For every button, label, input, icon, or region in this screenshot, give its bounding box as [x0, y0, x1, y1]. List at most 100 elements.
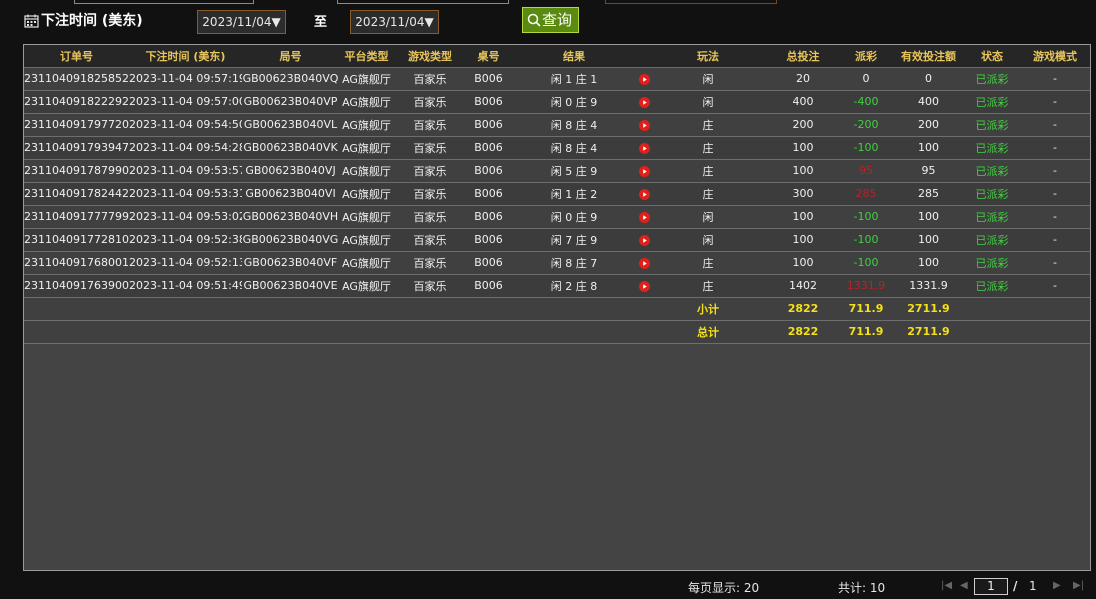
video-replay-icon[interactable] — [638, 142, 650, 154]
video-replay-cell[interactable] — [637, 136, 651, 160]
video-replay-icon[interactable] — [638, 211, 650, 223]
cell-round: GB00623B040VJ — [242, 159, 339, 183]
table-row[interactable]: 231104091787990 2023-11-04 09:53:57 GB0062… — [24, 159, 1090, 183]
video-replay-icon[interactable] — [638, 96, 650, 108]
cell-result: 闲 1 庄 1 — [511, 67, 637, 91]
cell-play: 庄 — [651, 159, 765, 183]
cell-payout: -400 — [841, 90, 891, 114]
page-separator: / — [1013, 579, 1018, 593]
cell-status: 已派彩 — [966, 90, 1018, 114]
cell-time: 2023-11-04 09:53:57 — [129, 159, 242, 183]
cell-platform: AG旗舰厅 — [339, 251, 394, 275]
cell-time: 2023-11-04 09:57:00 — [129, 90, 242, 114]
cell-payout: -100 — [841, 228, 891, 252]
table-row[interactable]: 231104091772810 2023-11-04 09:52:38 GB0062… — [24, 228, 1090, 252]
cell-play: 庄 — [651, 113, 765, 137]
top-input-stub-1[interactable] — [74, 0, 254, 4]
column-header: 状态 — [966, 45, 1018, 68]
cell-mode: - — [1018, 205, 1090, 229]
query-button[interactable]: 查询 — [522, 7, 579, 33]
table-row[interactable]: 231104091763900 2023-11-04 09:51:49 GB0062… — [24, 274, 1090, 298]
cell-result: 闲 0 庄 9 — [511, 90, 637, 114]
video-replay-cell[interactable] — [637, 205, 651, 229]
cell-valid: 100 — [891, 251, 966, 275]
empty-cell — [129, 297, 242, 321]
empty-cell — [339, 320, 394, 344]
cell-game: 百家乐 — [394, 228, 466, 252]
cell-mode: - — [1018, 90, 1090, 114]
cell-result: 闲 8 庄 4 — [511, 136, 637, 160]
cell-valid: 100 — [891, 136, 966, 160]
video-replay-cell[interactable] — [637, 113, 651, 137]
cell-play: 庄 — [651, 274, 765, 298]
table-row[interactable]: 231104091777799 2023-11-04 09:53:02 GB0062… — [24, 205, 1090, 229]
cell-valid: 400 — [891, 90, 966, 114]
cell-status: 已派彩 — [966, 251, 1018, 275]
last-page-icon[interactable]: ▶| — [1073, 580, 1084, 591]
video-replay-cell[interactable] — [637, 182, 651, 206]
table-row[interactable]: 231104091768001 2023-11-04 09:52:13 GB0062… — [24, 251, 1090, 275]
first-page-icon[interactable]: |◀ — [941, 580, 952, 591]
column-header: 订单号 — [24, 45, 129, 68]
video-replay-cell[interactable] — [637, 159, 651, 183]
video-replay-icon[interactable] — [638, 73, 650, 85]
total-label: 总计 — [651, 320, 765, 344]
video-replay-icon[interactable] — [638, 165, 650, 177]
table-row[interactable]: 231104091825852 2023-11-04 09:57:19 GB0062… — [24, 67, 1090, 91]
empty-cell — [1018, 297, 1090, 321]
video-replay-cell[interactable] — [637, 228, 651, 252]
date-to-select[interactable]: 2023/11/04▼ — [350, 10, 439, 34]
top-input-stub-3[interactable] — [605, 0, 777, 4]
table-row[interactable]: 231104091782442 2023-11-04 09:53:31 GB0062… — [24, 182, 1090, 206]
column-header: 总投注 — [765, 45, 841, 68]
empty-cell — [394, 297, 466, 321]
top-input-stub-2[interactable] — [337, 0, 509, 4]
cell-status: 已派彩 — [966, 228, 1018, 252]
cell-order: 231104091825852 — [24, 67, 129, 91]
cell-bet: 20 — [765, 67, 841, 91]
cell-bet: 100 — [765, 159, 841, 183]
table-row[interactable]: 231104091793947 2023-11-04 09:54:28 GB0062… — [24, 136, 1090, 160]
cell-payout: 1331.9 — [841, 274, 891, 298]
cell-status: 已派彩 — [966, 182, 1018, 206]
video-replay-icon[interactable] — [638, 234, 650, 246]
cell-table-no: B006 — [466, 159, 511, 183]
cell-mode: - — [1018, 228, 1090, 252]
table-row[interactable]: 231104091797720 2023-11-04 09:54:50 GB0062… — [24, 113, 1090, 137]
cell-table-no: B006 — [466, 136, 511, 160]
subtotal-row: 小计 2822 711.9 2711.9 — [24, 297, 1090, 321]
total-payout: 711.9 — [841, 320, 891, 344]
cell-play: 庄 — [651, 136, 765, 160]
prev-page-icon[interactable]: ◀ — [960, 580, 968, 591]
cell-status: 已派彩 — [966, 136, 1018, 160]
video-replay-cell[interactable] — [637, 67, 651, 91]
column-header — [637, 45, 651, 68]
cell-platform: AG旗舰厅 — [339, 274, 394, 298]
cell-result: 闲 8 庄 4 — [511, 113, 637, 137]
cell-game: 百家乐 — [394, 274, 466, 298]
cell-bet: 100 — [765, 205, 841, 229]
date-from-select[interactable]: 2023/11/04▼ — [197, 10, 286, 34]
cell-platform: AG旗舰厅 — [339, 182, 394, 206]
per-page-label: 每页显示: 20 — [688, 581, 760, 595]
cell-order: 231104091782442 — [24, 182, 129, 206]
video-replay-icon[interactable] — [638, 257, 650, 269]
cell-result: 闲 7 庄 9 — [511, 228, 637, 252]
video-replay-icon[interactable] — [638, 280, 650, 292]
page-count: 1 — [1029, 579, 1037, 593]
cell-valid: 200 — [891, 113, 966, 137]
next-page-icon[interactable]: ▶ — [1053, 580, 1061, 591]
video-replay-icon[interactable] — [638, 119, 650, 131]
cell-status: 已派彩 — [966, 274, 1018, 298]
subtotal-valid: 2711.9 — [891, 297, 966, 321]
table-row[interactable]: 231104091822292 2023-11-04 09:57:00 GB0062… — [24, 90, 1090, 114]
empty-cell — [242, 297, 339, 321]
column-header: 局号 — [242, 45, 339, 68]
pager: 每页显示: 20 共计: 10 |◀ ◀ 1 / 1 ▶ ▶| — [23, 578, 1091, 596]
video-replay-icon[interactable] — [638, 188, 650, 200]
current-page-input[interactable]: 1 — [974, 578, 1008, 595]
empty-cell — [242, 320, 339, 344]
video-replay-cell[interactable] — [637, 274, 651, 298]
video-replay-cell[interactable] — [637, 251, 651, 275]
video-replay-cell[interactable] — [637, 90, 651, 114]
